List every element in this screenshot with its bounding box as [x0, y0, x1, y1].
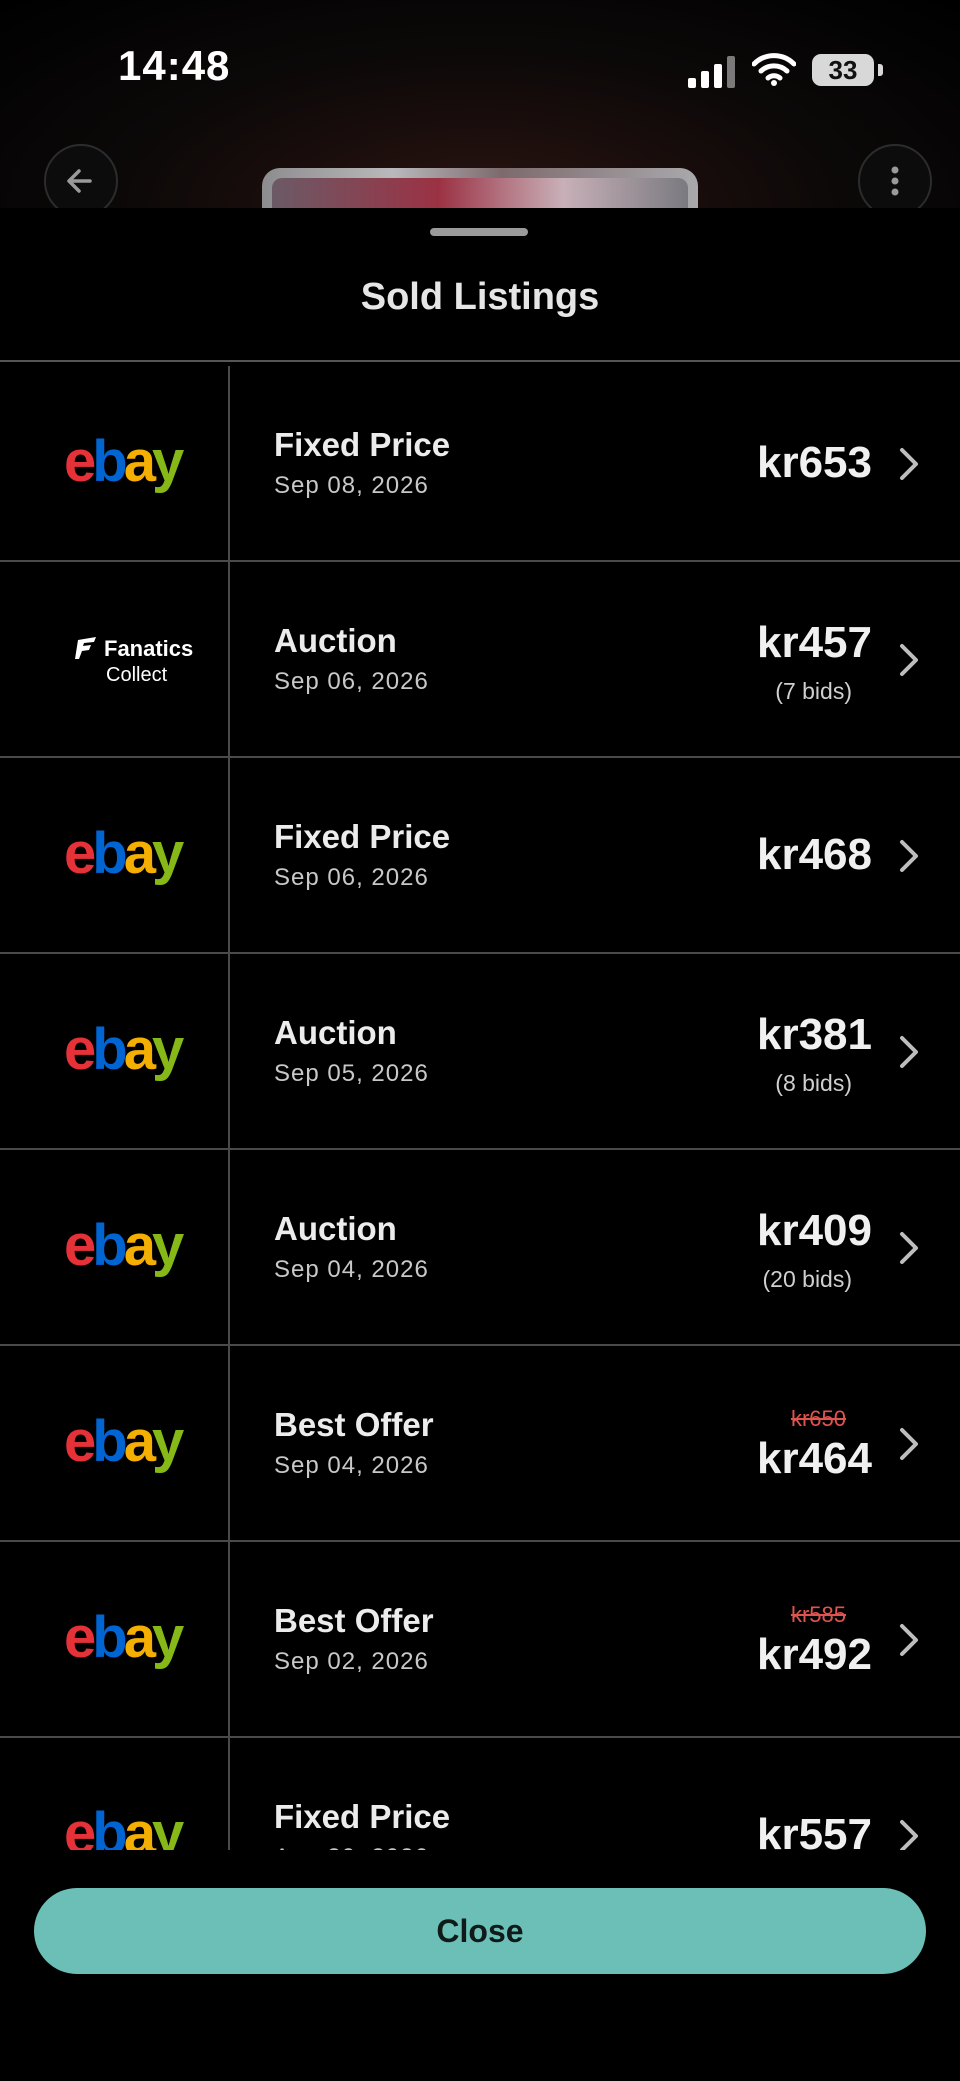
- price-block: kr557: [612, 1738, 872, 1850]
- marketplace-logo-cell: ebay: [0, 1346, 230, 1540]
- bid-count: (20 bids): [762, 1266, 852, 1292]
- marketplace-logo-cell: ebay: [0, 758, 230, 952]
- ebay-logo: ebay: [64, 1017, 184, 1082]
- chevron-right-icon: [898, 642, 920, 683]
- price-block: (8 bids) kr381: [612, 954, 872, 1148]
- sold-price: kr381: [756, 1010, 872, 1059]
- status-bar: 14:48 33: [0, 0, 960, 140]
- price-block: kr653: [612, 366, 872, 560]
- listing-row[interactable]: ebay Fixed Price Aug 30, 2026 kr557: [0, 1738, 960, 1850]
- listing-row[interactable]: ebay Auction Sep 05, 2026 (8 bids) kr381: [0, 954, 960, 1150]
- marketplace-logo-cell: ebay: [0, 954, 230, 1148]
- ebay-logo: ebay: [64, 429, 184, 494]
- listing-date: Sep 04, 2026: [274, 1256, 429, 1283]
- listing-date: Sep 06, 2026: [274, 864, 429, 891]
- listing-type: Best Offer: [274, 1406, 434, 1443]
- listing-type: Auction: [274, 622, 397, 659]
- listing-date: Aug 30, 2026: [274, 1844, 429, 1850]
- sold-price: kr653: [756, 438, 872, 487]
- more-vertical-icon: [891, 166, 899, 196]
- collect-wordmark: Collect: [106, 664, 168, 686]
- ebay-logo: ebay: [64, 1409, 184, 1474]
- listing-type: Fixed Price: [274, 1798, 451, 1835]
- battery-indicator: 33: [812, 54, 883, 86]
- arrow-left-icon: [67, 169, 92, 193]
- cellular-signal-icon: [688, 56, 735, 88]
- wifi-icon: [752, 53, 796, 86]
- back-button[interactable]: [44, 144, 118, 218]
- chevron-right-icon: [898, 1230, 920, 1271]
- listing-date: Sep 05, 2026: [274, 1060, 429, 1087]
- status-time: 14:48: [118, 42, 231, 89]
- listing-row[interactable]: ebay Auction Sep 04, 2026 (20 bids) kr409: [0, 1150, 960, 1346]
- sold-price: kr464: [756, 1434, 872, 1483]
- close-button[interactable]: Close: [34, 1888, 926, 1974]
- chevron-right-icon: [898, 1818, 920, 1850]
- fanatics-collect-logo: Fanatics Collect: [74, 636, 193, 687]
- listing-row[interactable]: ebay Best Offer Sep 02, 2026 kr585 kr492: [0, 1542, 960, 1738]
- sheet-grabber[interactable]: [430, 228, 528, 236]
- listing-date: Sep 06, 2026: [274, 668, 429, 695]
- chevron-right-icon: [898, 1622, 920, 1663]
- marketplace-logo-cell: Fanatics Collect: [0, 562, 230, 756]
- original-price: kr585: [790, 1602, 846, 1627]
- listing-type: Fixed Price: [274, 818, 451, 855]
- original-price: kr650: [790, 1406, 846, 1431]
- chevron-right-icon: [898, 838, 920, 879]
- price-block: kr650 kr464: [612, 1346, 872, 1540]
- listing-type: Fixed Price: [274, 426, 451, 463]
- price-block: (20 bids) kr409: [612, 1150, 872, 1344]
- marketplace-logo-cell: ebay: [0, 1542, 230, 1736]
- sold-price: kr468: [756, 830, 872, 879]
- price-block: kr585 kr492: [612, 1542, 872, 1736]
- listing-type: Best Offer: [274, 1602, 434, 1639]
- listing-row[interactable]: Fanatics Collect Auction Sep 06, 2026 (7 bid…: [0, 562, 960, 758]
- bid-count: (7 bids): [775, 678, 852, 704]
- listing-date: Sep 08, 2026: [274, 472, 429, 499]
- ebay-logo: ebay: [64, 821, 184, 886]
- chevron-right-icon: [898, 446, 920, 487]
- fanatics-wordmark: Fanatics: [104, 636, 194, 661]
- ebay-logo: ebay: [64, 1801, 184, 1851]
- listing-row[interactable]: ebay Best Offer Sep 04, 2026 kr650 kr464: [0, 1346, 960, 1542]
- ebay-logo: ebay: [64, 1605, 184, 1670]
- price-block: kr468: [612, 758, 872, 952]
- listing-date: Sep 04, 2026: [274, 1452, 429, 1479]
- sold-price: kr457: [756, 618, 872, 667]
- sold-price: kr557: [756, 1810, 872, 1850]
- sold-listings-sheet: Sold Listings ebay Fixed Price Sep 08, 202…: [0, 208, 960, 2081]
- sold-price: kr492: [756, 1630, 872, 1679]
- chevron-right-icon: [898, 1034, 920, 1075]
- bid-count: (8 bids): [775, 1070, 852, 1096]
- divider: [0, 360, 960, 362]
- sheet-title: Sold Listings: [360, 276, 600, 318]
- ebay-logo: ebay: [64, 1213, 184, 1278]
- marketplace-logo-cell: ebay: [0, 1738, 230, 1850]
- chevron-right-icon: [898, 1426, 920, 1467]
- listing-row[interactable]: ebay Fixed Price Sep 06, 2026 kr468: [0, 758, 960, 954]
- more-options-button[interactable]: [858, 144, 932, 218]
- listings-list: ebay Fixed Price Sep 08, 2026 kr653 Fanatics…: [0, 366, 960, 1850]
- price-block: (7 bids) kr457: [612, 562, 872, 756]
- sold-price: kr409: [756, 1206, 872, 1255]
- listing-type: Auction: [274, 1210, 397, 1247]
- listing-date: Sep 02, 2026: [274, 1648, 429, 1675]
- listing-row[interactable]: ebay Fixed Price Sep 08, 2026 kr653: [0, 366, 960, 562]
- marketplace-logo-cell: ebay: [0, 1150, 230, 1344]
- listing-type: Auction: [274, 1014, 397, 1051]
- marketplace-logo-cell: ebay: [0, 366, 230, 560]
- battery-level: 33: [812, 54, 874, 86]
